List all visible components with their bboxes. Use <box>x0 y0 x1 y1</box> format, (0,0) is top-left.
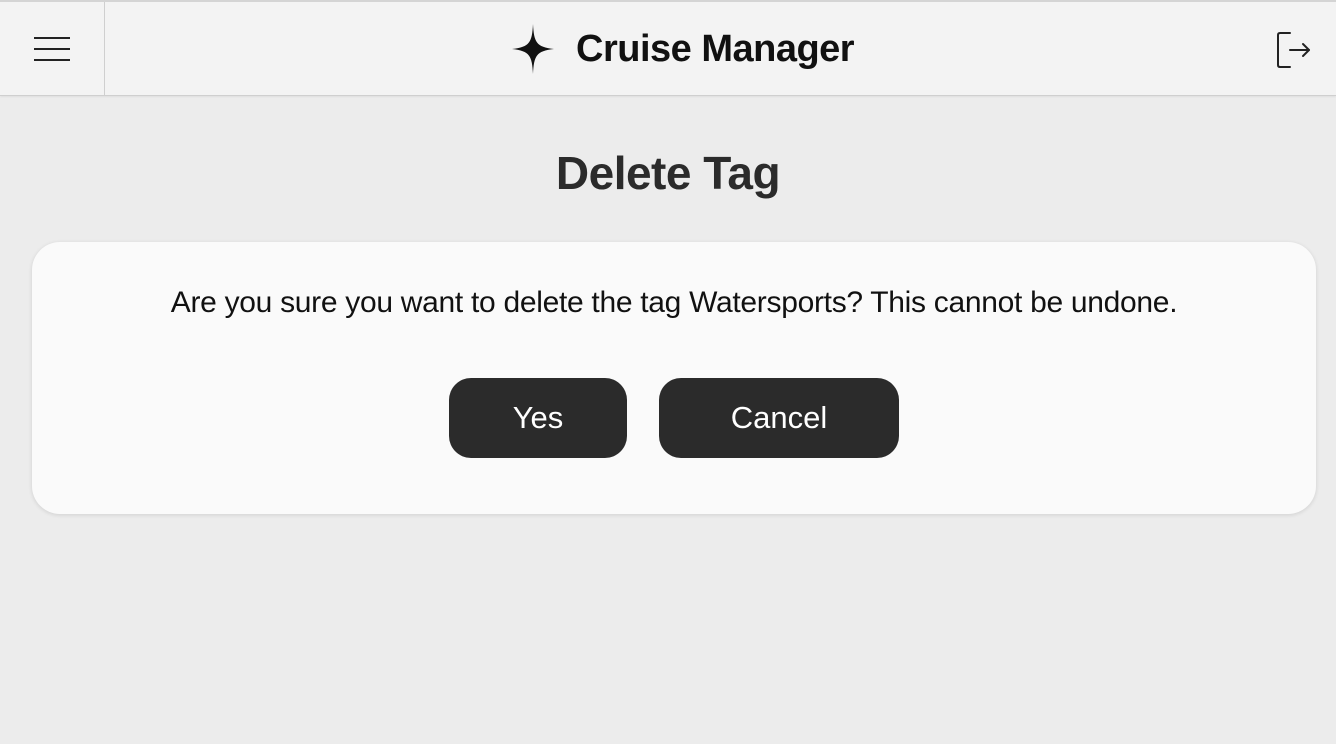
yes-button[interactable]: Yes <box>449 378 627 458</box>
menu-button[interactable] <box>0 2 105 96</box>
logout-icon <box>1277 32 1310 68</box>
app-title: Cruise Manager <box>576 27 855 70</box>
page-title: Delete Tag <box>555 147 781 199</box>
cancel-button[interactable]: Cancel <box>659 378 899 458</box>
confirmation-message: Are you sure you want to delete the tag … <box>170 286 1178 319</box>
four-point-star-icon <box>512 24 554 74</box>
top-navigation-bar: Cruise Manager <box>0 0 1336 96</box>
brand: Cruise Manager <box>512 2 855 96</box>
confirm-delete-card: Are you sure you want to delete the tag … <box>32 242 1316 514</box>
logout-button[interactable] <box>1276 30 1314 70</box>
hamburger-menu-icon <box>34 37 70 61</box>
